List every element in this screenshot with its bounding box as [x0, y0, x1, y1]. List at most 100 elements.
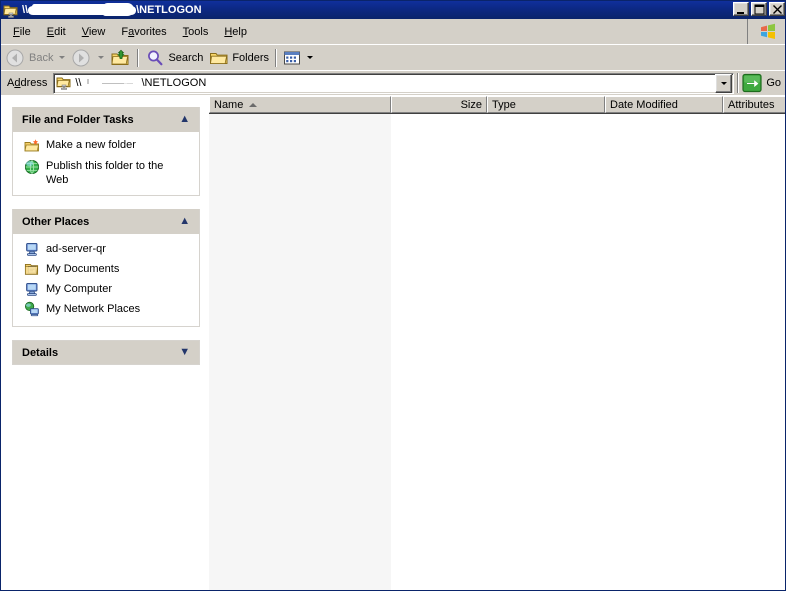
views-dropdown[interactable] [304, 47, 315, 69]
place-label: My Computer [46, 282, 113, 295]
back-dropdown[interactable] [56, 47, 67, 69]
column-header-date-modified[interactable]: Date Modified [605, 96, 723, 113]
search-label: Search [168, 51, 204, 64]
column-label: Size [460, 98, 482, 111]
explorer-content: File and Folder Tasks ▲ Make a new folde… [1, 96, 785, 590]
panel-header-other-places[interactable]: Other Places ▲ [13, 209, 199, 234]
up-button[interactable] [106, 47, 134, 69]
toolbar-separator-3 [737, 73, 740, 93]
address-input[interactable]: \\ \NETLOGON [53, 72, 735, 94]
chevron-down-icon [58, 56, 65, 59]
go-button[interactable]: Go [741, 72, 785, 94]
back-arrow-icon [6, 49, 24, 66]
panel-body-file-and-folder-tasks: Make a new folder Publish this folder to… [13, 132, 199, 195]
name-column-background [209, 114, 391, 590]
menu-view-rest: iew [88, 25, 106, 38]
chevron-down-icon [720, 81, 727, 85]
address-value: \\ \NETLOGON [75, 77, 206, 89]
green-go-arrow-icon [742, 73, 762, 93]
column-label: Date Modified [610, 98, 678, 111]
menu-edit-rest: dit [54, 25, 66, 38]
task-label: Publish this folder to the Web [46, 160, 164, 186]
go-label: Go [766, 77, 781, 89]
panel-header-file-and-folder-tasks[interactable]: File and Folder Tasks ▲ [13, 107, 199, 132]
column-header-type[interactable]: Type [487, 96, 605, 113]
window-controls [733, 2, 785, 16]
menu-file-rest: ile [19, 25, 31, 38]
chevron-up-icon[interactable]: ▲ [179, 216, 191, 227]
folders-label: Folders [232, 51, 270, 64]
new-folder-icon [24, 138, 40, 154]
shared-folder-icon [3, 2, 19, 18]
forward-dropdown[interactable] [95, 47, 106, 69]
menu-help-rest: elp [232, 25, 247, 38]
views-button[interactable] [280, 47, 304, 69]
back-button[interactable]: Back [1, 47, 56, 69]
column-header-attributes[interactable]: Attributes [723, 96, 785, 113]
back-label: Back [29, 51, 54, 64]
menu-file-accel: F [13, 25, 20, 38]
forward-arrow-icon [72, 49, 90, 66]
panel-header-details[interactable]: Details ▼ [12, 340, 200, 365]
place-label: My Documents [46, 262, 120, 275]
folders-button[interactable]: Folders [206, 47, 272, 69]
file-list-pane[interactable]: Name Size Type Date Modified Attributes [209, 96, 785, 590]
place-my-network-places[interactable]: My Network Places [19, 301, 193, 317]
panel-body-other-places: ad-server-qr My Documents My Computer My… [13, 234, 199, 326]
place-my-documents[interactable]: My Documents [19, 261, 193, 277]
toolbar-separator-2 [275, 48, 278, 67]
place-ad-server-qr[interactable]: ad-server-qr [19, 241, 193, 257]
chevron-up-icon[interactable]: ▲ [179, 114, 191, 125]
menu-tools[interactable]: Tools [175, 23, 217, 41]
shared-folder-icon [56, 74, 72, 93]
up-folder-icon [111, 49, 129, 65]
windows-flag-icon [747, 19, 785, 44]
menu-bar: File Edit View Favorites Tools Help [1, 19, 785, 45]
toolbar: Back Search Folders [1, 45, 785, 71]
computer-icon [24, 241, 40, 257]
place-label: ad-server-qr [46, 242, 106, 255]
panel-details: Details ▼ [12, 340, 200, 365]
panel-title: Details [22, 346, 59, 359]
address-dropdown-button[interactable] [715, 73, 733, 93]
toolbar-separator-1 [137, 48, 140, 67]
title-suffix: \NETLOGON [136, 4, 202, 16]
folder-icon [210, 52, 228, 64]
menu-help[interactable]: Help [216, 23, 255, 41]
network-places-icon [24, 301, 40, 317]
column-label: Attributes [728, 98, 775, 111]
close-button[interactable] [769, 2, 785, 16]
panel-title: Other Places [22, 215, 90, 228]
menu-view-accel: V [81, 25, 89, 38]
forward-button[interactable] [67, 47, 95, 69]
views-icon [284, 51, 301, 64]
title-bar[interactable]: \\ \NETLOGON [1, 1, 785, 19]
panel-other-places: Other Places ▲ ad-server-qr My Documents… [12, 209, 200, 327]
task-label: Make a new folder [46, 139, 136, 151]
menu-edit-accel: E [46, 25, 55, 38]
menu-favorites[interactable]: Favorites [113, 23, 174, 41]
menu-view[interactable]: View [74, 23, 114, 41]
chevron-down-icon [306, 56, 313, 59]
menu-file[interactable]: File [5, 23, 39, 41]
panel-title: File and Folder Tasks [22, 113, 134, 126]
column-header-size[interactable]: Size [391, 96, 487, 113]
panel-file-and-folder-tasks: File and Folder Tasks ▲ Make a new folde… [12, 107, 200, 196]
minimize-button[interactable] [733, 2, 749, 16]
publish-web-icon [24, 159, 40, 175]
place-my-computer[interactable]: My Computer [19, 281, 193, 297]
column-label: Name [214, 98, 244, 111]
address-label: Address [1, 77, 53, 89]
chevron-down-icon[interactable]: ▼ [179, 347, 191, 358]
file-list-body[interactable] [209, 114, 785, 590]
column-header-name[interactable]: Name [209, 96, 391, 113]
redacted-server-name [28, 2, 137, 16]
explorer-window: \\ \NETLOGON File Edit View Favorites Too… [0, 0, 786, 591]
task-make-new-folder[interactable]: Make a new folder [19, 138, 193, 154]
address-label-rest: dress [20, 77, 48, 89]
task-publish-folder-to-web[interactable]: Publish this folder to the Web [19, 159, 193, 187]
search-button[interactable]: Search [142, 47, 206, 69]
maximize-button[interactable] [751, 2, 767, 16]
menu-edit[interactable]: Edit [39, 23, 74, 41]
magnifier-icon [148, 50, 163, 65]
